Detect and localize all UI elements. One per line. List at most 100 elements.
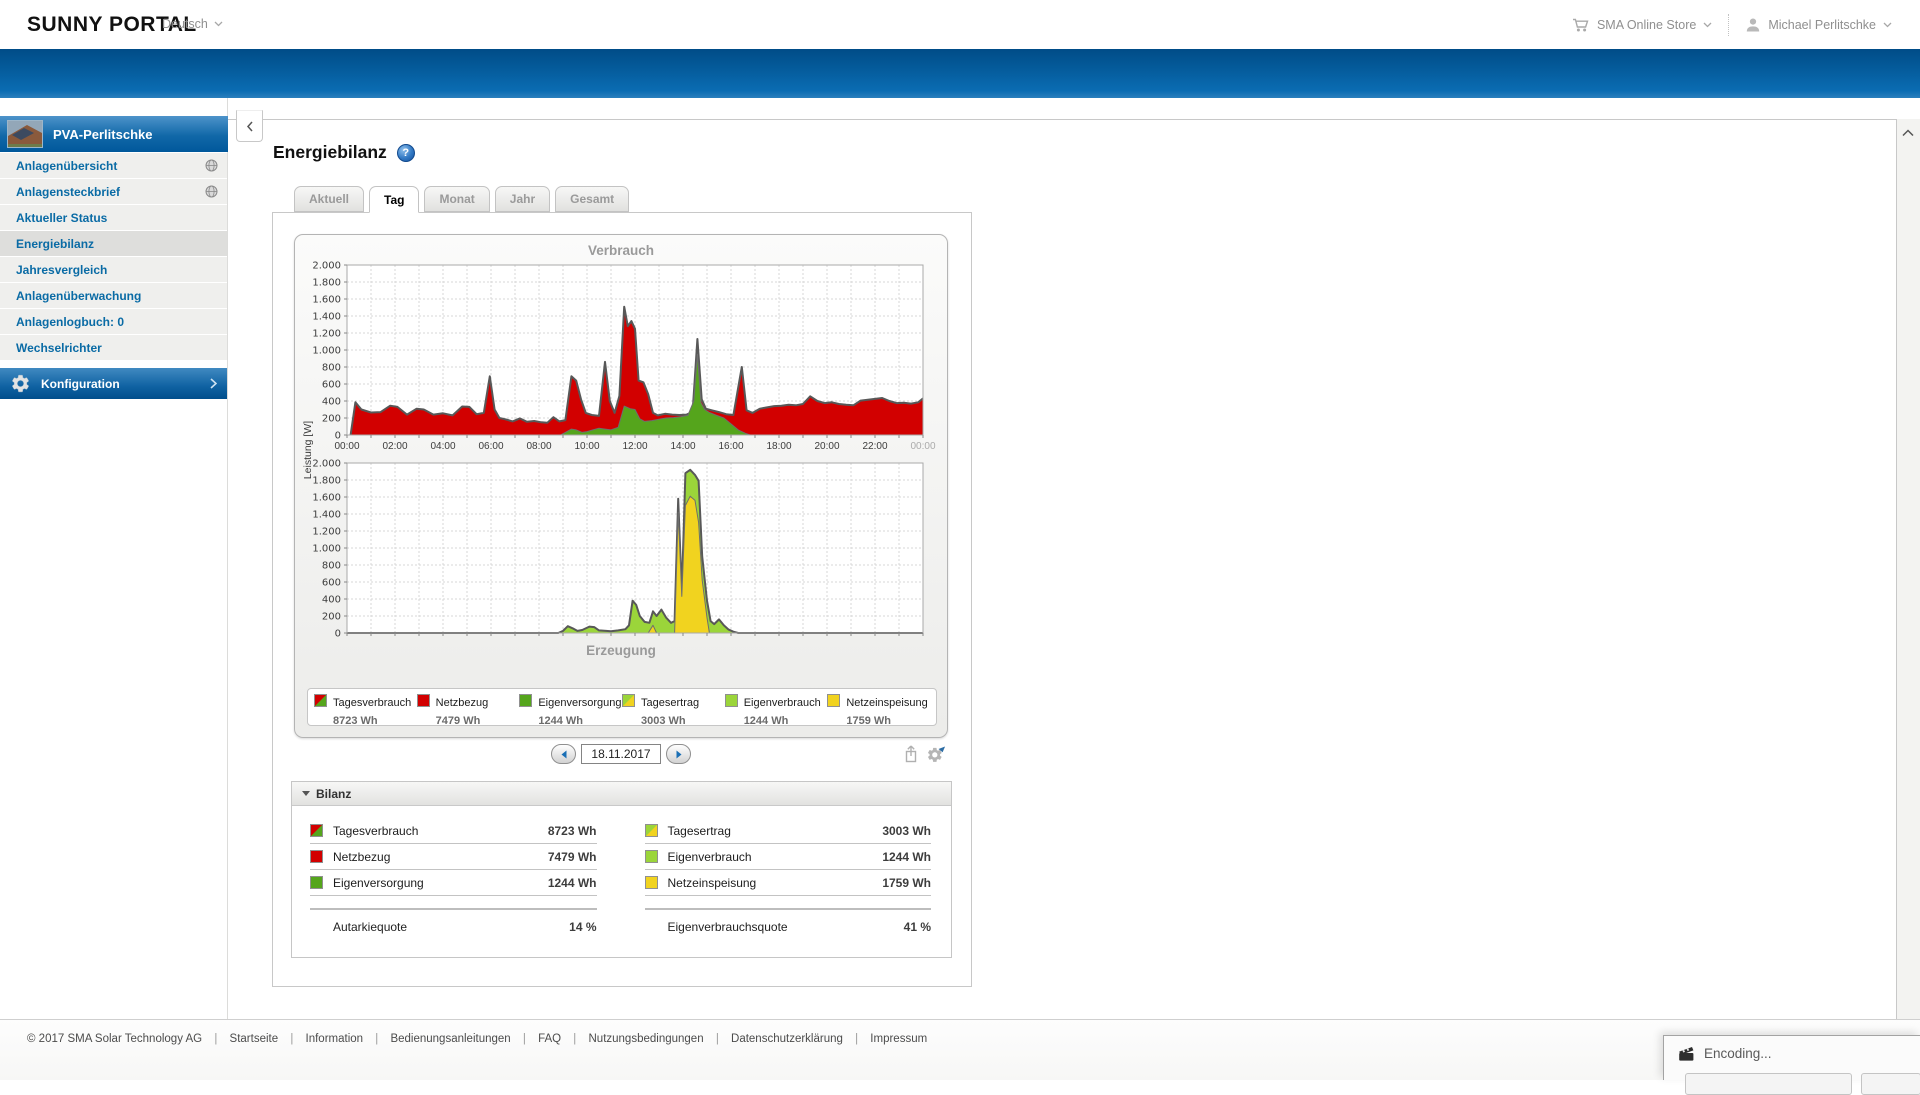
next-day-button[interactable] bbox=[666, 744, 691, 764]
right-panel-strip bbox=[1896, 119, 1920, 1019]
sidebar-plant-header[interactable]: PVA-Perlitschke bbox=[0, 116, 228, 152]
tab-tag[interactable]: Tag bbox=[369, 186, 419, 213]
sidebar-item-anlagensteckbrief[interactable]: Anlagensteckbrief bbox=[0, 179, 227, 204]
bilanz-row-eigenversorgung: Eigenversorgung 1244 Wh bbox=[310, 870, 597, 896]
legend-item-eigenverbrauch: Eigenverbrauch 1244 Wh bbox=[725, 693, 828, 721]
encoding-popup: Encoding... bbox=[1663, 1035, 1920, 1080]
tab-jahr[interactable]: Jahr bbox=[495, 186, 550, 212]
chart-title-verbrauch: Verbrauch bbox=[295, 243, 947, 258]
top-right-nav: SMA Online Store Michael Perlitschke bbox=[1572, 0, 1892, 49]
sidebar-divider bbox=[227, 98, 228, 1019]
chart-settings-icon[interactable] bbox=[926, 744, 946, 763]
x-axis-tick: 08:00 bbox=[519, 441, 559, 452]
divider bbox=[1728, 14, 1729, 36]
swatch-netzbezug bbox=[310, 850, 323, 863]
collapse-triangle-icon bbox=[302, 791, 310, 796]
bilanz-right-column: Tagesertrag 3003 Wh Eigenverbrauch 1244 … bbox=[645, 818, 932, 944]
verbrauch-chart: 02004006008001.0001.2001.4001.6001.8002.… bbox=[295, 261, 949, 439]
footer-link-bedienungsanleitungen[interactable]: Bedienungsanleitungen bbox=[390, 1033, 510, 1045]
store-label: SMA Online Store bbox=[1597, 18, 1696, 32]
x-axis-tick: 10:00 bbox=[567, 441, 607, 452]
svg-text:1.600: 1.600 bbox=[312, 493, 341, 504]
footer-link-information[interactable]: Information bbox=[306, 1033, 364, 1045]
tab-gesamt[interactable]: Gesamt bbox=[555, 186, 629, 212]
help-icon[interactable]: ? bbox=[397, 144, 415, 162]
sidebar-item-konfiguration[interactable]: Konfiguration bbox=[0, 368, 227, 399]
svg-text:1.400: 1.400 bbox=[312, 312, 341, 323]
svg-text:1.800: 1.800 bbox=[312, 278, 341, 289]
footer-link-startseite[interactable]: Startseite bbox=[230, 1033, 279, 1045]
footer-link-nutzungsbedingungen[interactable]: Nutzungsbedingungen bbox=[589, 1033, 704, 1045]
legend-item-netzbezug: Netzbezug 7479 Wh bbox=[417, 693, 520, 721]
bilanz-eigenverbrauchsquote: Eigenverbrauchsquote 41 % bbox=[645, 910, 932, 944]
legend-item-tagesverbrauch: Tagesverbrauch 8723 Wh bbox=[314, 693, 417, 721]
bilanz-row-tagesertrag: Tagesertrag 3003 Wh bbox=[645, 818, 932, 844]
chevron-down-icon bbox=[1883, 22, 1892, 28]
svg-text:2.000: 2.000 bbox=[312, 261, 341, 272]
x-axis-tick: 20:00 bbox=[807, 441, 847, 452]
sidebar-item-anlagenueberwachung[interactable]: Anlagenüberwachung bbox=[0, 283, 227, 308]
swatch-tagesverbrauch bbox=[314, 694, 327, 707]
footer-link-faq[interactable]: FAQ bbox=[538, 1033, 561, 1045]
svg-text:1.200: 1.200 bbox=[312, 329, 341, 340]
clapperboard-icon bbox=[1677, 1044, 1695, 1062]
bilanz-left-column: Tagesverbrauch 8723 Wh Netzbezug 7479 Wh… bbox=[310, 818, 597, 944]
x-axis-tick: 16:00 bbox=[711, 441, 751, 452]
legend-item-tagesertrag: Tagesertrag 3003 Wh bbox=[622, 693, 725, 721]
svg-text:400: 400 bbox=[322, 595, 341, 606]
x-axis-tick: 06:00 bbox=[471, 441, 511, 452]
encoding-status: Encoding... bbox=[1704, 1046, 1772, 1061]
x-axis-tick: 22:00 bbox=[855, 441, 895, 452]
x-axis-labels: 00:0002:0004:0006:0008:0010:0012:0014:00… bbox=[295, 441, 949, 455]
top-bar: SUNNY PORTAL Deutsch SMA Online Store Mi… bbox=[0, 0, 1920, 49]
sidebar-item-anlagenuebersicht[interactable]: Anlagenübersicht bbox=[0, 153, 227, 178]
bilanz-row-eigenverbrauch: Eigenverbrauch 1244 Wh bbox=[645, 844, 932, 870]
swatch-tagesertrag bbox=[622, 694, 635, 707]
sidebar-item-energiebilanz[interactable]: Energiebilanz bbox=[0, 231, 227, 256]
collapse-top-button[interactable] bbox=[1899, 125, 1917, 141]
bilanz-row-netzbezug: Netzbezug 7479 Wh bbox=[310, 844, 597, 870]
svg-text:800: 800 bbox=[322, 363, 341, 374]
svg-text:1.200: 1.200 bbox=[312, 527, 341, 538]
svg-text:200: 200 bbox=[322, 612, 341, 623]
svg-text:1.400: 1.400 bbox=[312, 510, 341, 521]
svg-text:2.000: 2.000 bbox=[312, 459, 341, 470]
erzeugung-chart: 02004006008001.0001.2001.4001.6001.8002.… bbox=[295, 459, 949, 637]
bilanz-header[interactable]: Bilanz bbox=[292, 782, 951, 806]
sidebar-item-wechselrichter[interactable]: Wechselrichter bbox=[0, 335, 227, 360]
svg-text:200: 200 bbox=[322, 414, 341, 425]
chevron-up-icon bbox=[1902, 129, 1914, 137]
encoding-button-left[interactable] bbox=[1685, 1073, 1852, 1095]
svg-text:400: 400 bbox=[322, 397, 341, 408]
svg-text:0: 0 bbox=[335, 629, 341, 638]
language-selector[interactable]: Deutsch bbox=[162, 17, 223, 31]
sidebar-item-anlagenlogbuch[interactable]: Anlagenlogbuch: 0 bbox=[0, 309, 227, 334]
chart-legend: Tagesverbrauch 8723 Wh Netzbezug 7479 Wh… bbox=[307, 688, 937, 726]
tab-aktuell[interactable]: Aktuell bbox=[294, 186, 364, 212]
footer-link-impressum[interactable]: Impressum bbox=[870, 1033, 927, 1045]
arrow-left-icon bbox=[560, 750, 568, 759]
sidebar-item-jahresvergleich[interactable]: Jahresvergleich bbox=[0, 257, 227, 282]
export-icon[interactable] bbox=[902, 744, 920, 763]
chevron-left-icon bbox=[246, 121, 254, 132]
swatch-eigenverbrauch bbox=[725, 694, 738, 707]
tab-monat[interactable]: Monat bbox=[424, 186, 489, 212]
x-axis-tick: 02:00 bbox=[375, 441, 415, 452]
previous-day-button[interactable] bbox=[551, 744, 576, 764]
collapse-sidebar-button[interactable] bbox=[236, 110, 263, 142]
encoding-button-right[interactable] bbox=[1861, 1073, 1920, 1095]
bilanz-panel: Bilanz Tagesverbrauch 8723 Wh Netzbezug … bbox=[291, 781, 952, 958]
bilanz-body: Tagesverbrauch 8723 Wh Netzbezug 7479 Wh… bbox=[292, 806, 951, 944]
banner bbox=[0, 49, 1920, 98]
swatch-netzbezug bbox=[417, 694, 430, 707]
sidebar-item-aktueller-status[interactable]: Aktueller Status bbox=[0, 205, 227, 230]
date-input[interactable] bbox=[581, 744, 661, 764]
cart-icon bbox=[1572, 17, 1590, 33]
footer-link-datenschutzerklaerung[interactable]: Datenschutzerklärung bbox=[731, 1033, 843, 1045]
user-menu[interactable]: Michael Perlitschke bbox=[1745, 17, 1892, 33]
x-axis-tick: 00:00 bbox=[903, 441, 943, 452]
chevron-down-icon bbox=[1703, 22, 1712, 28]
sma-online-store-link[interactable]: SMA Online Store bbox=[1572, 17, 1712, 33]
legend-item-eigenversorgung: Eigenversorgung 1244 Wh bbox=[519, 693, 622, 721]
arrow-right-icon bbox=[675, 750, 683, 759]
